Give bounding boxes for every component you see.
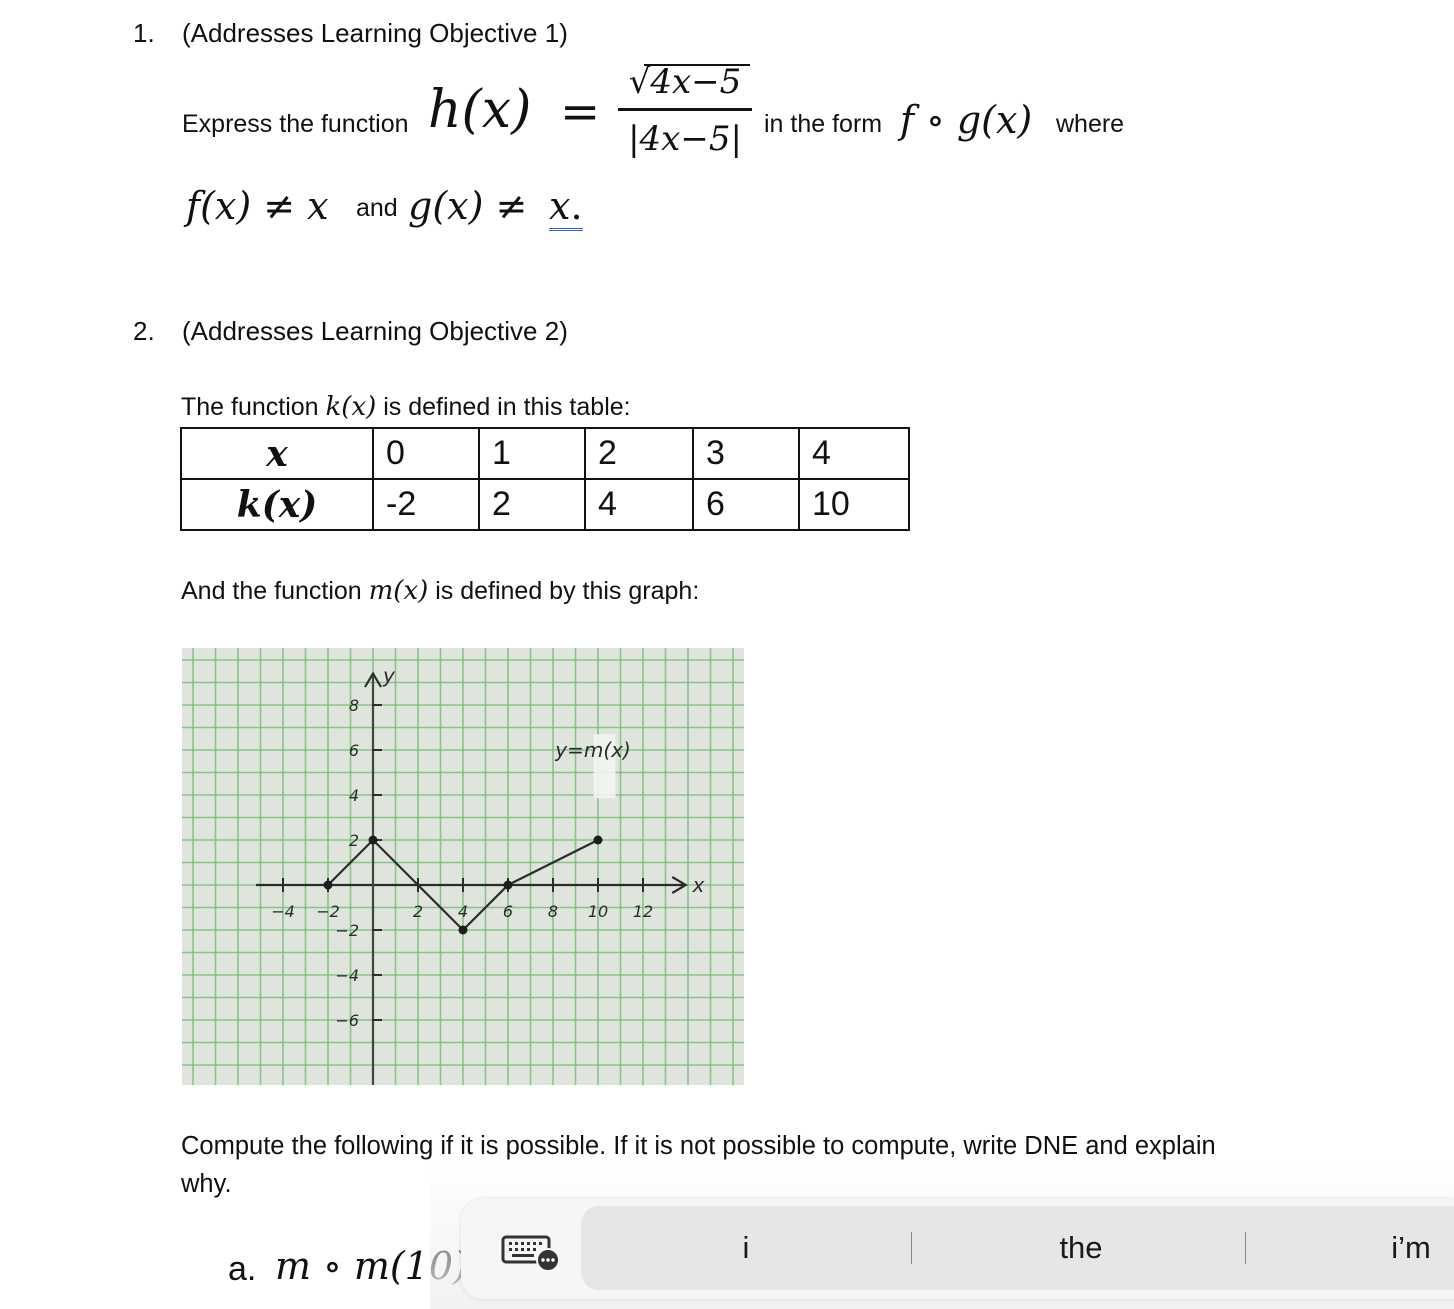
q1-condition-f: f(x) ≠ x [186,184,329,228]
table-intro-suffix: is defined in this table: [383,393,631,421]
table-cell: 0 [372,427,480,480]
compute-instructions-line2: why. [181,1170,232,1198]
x-tick-label: 8 [548,902,558,921]
table-row-x: x 0 1 2 3 4 [180,427,910,480]
x-tick-label: 2 [413,902,423,921]
word-suggestions: i the i’m [581,1206,1454,1290]
graph-intro-suffix: is defined by this graph: [435,577,700,605]
row-header-x: x [180,427,374,480]
k-function-table: x 0 1 2 3 4 k(x) -2 2 4 6 10 [180,427,910,531]
q1-form-expr: f ∘ g(x) [900,98,1033,142]
table-cell: 10 [798,478,910,531]
q1-prompt-prefix: Express the function [182,110,409,138]
graph-intro: And the function m(x) is defined by this… [181,576,699,606]
table-cell: 6 [692,478,800,531]
table-cell: 1 [478,427,586,480]
data-point [368,835,378,845]
q1-prompt-suffix: where [1056,110,1125,138]
graph-intro-prefix: And the function [181,577,362,605]
y-tick-label: 6 [349,741,359,760]
table-cell: 3 [692,427,800,480]
suggestion-divider [911,1232,912,1264]
question-1-heading: (Addresses Learning Objective 1) [182,18,568,48]
x-tick-label: −4 [271,902,295,921]
y-tick-label: −4 [335,966,359,985]
x-tick-label: −2 [316,902,340,921]
q1-denominator: |4x−5| [628,119,742,159]
table-intro-fn: k(x) [325,392,377,422]
question-1-number: 1. [133,18,155,48]
suggestion-word[interactable]: the [1011,1206,1151,1290]
data-point [458,925,468,935]
table-cell: 2 [584,427,694,480]
x-tick-label: 10 [588,902,608,921]
y-tick-label: −2 [335,921,359,940]
suggestion-word[interactable]: i’m [1341,1206,1454,1290]
data-point [323,880,333,890]
x-tick-label: 12 [633,902,653,921]
m-function-graph-photo: x y −4 −2 2 4 6 8 10 12 8 6 4 2 −2 −4 −6 y=m(x) [182,648,744,1085]
table-cell: 4 [584,478,694,531]
graph-svg: x y −4 −2 2 4 6 8 10 12 8 6 4 2 −2 −4 −6 y=m(x) [182,648,744,1085]
question-2-number: 2. [133,316,155,346]
compute-instructions-line1: Compute the following if it is possible.… [181,1132,1216,1160]
keyboard-options-button[interactable] [492,1225,567,1275]
q1-fraction: √4x−5 |4x−5| [618,60,752,161]
y-tick-label: −6 [335,1011,359,1030]
question-2-heading: (Addresses Learning Objective 2) [182,316,568,346]
y-tick-label: 2 [349,831,359,850]
q1-equals: = [560,84,601,140]
data-point [503,880,513,890]
y-tick-label: 4 [349,786,359,805]
suggestion-divider [1245,1232,1246,1264]
q1-x: x [549,184,571,228]
q1-condition-g-x: x. [549,184,583,231]
x-tick-label: 6 [503,902,513,921]
table-cell: 4 [798,427,910,480]
table-row-k: k(x) -2 2 4 6 10 [180,478,910,531]
q1-condition-g: g(x) ≠ [408,184,528,228]
y-axis-label: y [382,664,396,688]
part-a-label: a. [228,1250,257,1288]
q1-function-lhs: h(x) [428,80,532,140]
keyboard-options-icon [501,1235,560,1272]
graph-title: y=m(x) [554,738,631,762]
fraction-bar [618,108,752,111]
radical-bar [644,64,750,66]
radical-sign: √ [628,62,651,102]
q1-condition-and: and [356,194,398,222]
table-intro: The function k(x) is defined in this tab… [181,392,631,422]
q1-numerator: √4x−5 [618,60,752,104]
graph-intro-fn: m(x) [368,576,429,606]
x-tick-label: 4 [458,902,468,921]
suggestion-word[interactable]: i [691,1206,801,1290]
table-cell: -2 [372,478,480,531]
q1-radicand: 4x−5 [650,62,742,102]
table-intro-prefix: The function [181,393,319,421]
y-tick-label: 8 [349,696,359,715]
table-cell: 2 [478,478,586,531]
x-axis-label: x [692,873,705,897]
q1-prompt-mid: in the form [764,110,883,138]
data-point [593,835,603,845]
row-header-k: k(x) [180,478,374,531]
q1-period: . [570,184,583,228]
